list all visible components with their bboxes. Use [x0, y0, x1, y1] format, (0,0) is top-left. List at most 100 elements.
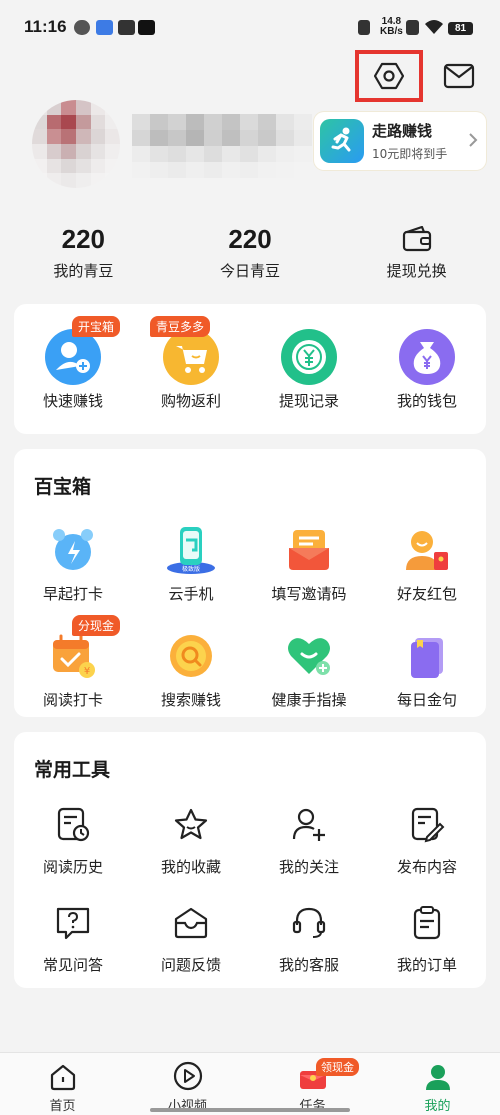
alarm-clock-icon: [49, 519, 97, 581]
promo-subtitle: 10元即将到手: [372, 147, 448, 161]
nickname-mosaic: [132, 114, 312, 178]
svg-text:¥: ¥: [84, 666, 90, 677]
common-tools-card: 常用工具 阅读历史 我的收藏 我的关注 发布内容 常见问答 问题反馈 我的客服 …: [14, 732, 486, 988]
play-icon: [173, 1053, 203, 1091]
follow-user-icon: [291, 800, 327, 850]
treasure-label: 早起打卡: [42, 585, 103, 603]
profile-icon: [424, 1053, 452, 1091]
section-title: 常用工具: [34, 759, 111, 781]
search-coin-icon: [167, 625, 215, 687]
treasure-item[interactable]: 搜索赚钱: [132, 625, 250, 731]
star-icon: [173, 800, 209, 850]
treasure-item[interactable]: 分现金 ¥ 阅读打卡: [14, 615, 132, 731]
stat-today-beans[interactable]: 220 今日青豆: [167, 222, 334, 286]
nav-label: 首页: [49, 1099, 76, 1114]
wifi-icon: [425, 20, 443, 34]
cloud-phone-sub: 极致版: [182, 565, 200, 573]
stats-row: 220 我的青豆 220 今日青豆 提现兑换: [0, 222, 500, 286]
app-notification-icon: [96, 20, 113, 35]
tool-label: 阅读历史: [42, 858, 103, 876]
home-indicator[interactable]: [150, 1108, 350, 1112]
quick-withdraw-record[interactable]: 提现记录: [250, 326, 368, 432]
stat-withdraw[interactable]: 提现兑换: [333, 222, 500, 286]
tag-badge: 分现金: [72, 615, 121, 636]
tool-label: 常见问答: [42, 956, 103, 974]
daily-quote-book-icon: [403, 625, 451, 687]
yuan-coin-icon: [280, 326, 338, 388]
treasure-label: 健康手指操: [271, 691, 347, 709]
friend-red-packet-icon: [402, 519, 452, 581]
treasure-item[interactable]: 极致版 云手机: [132, 519, 250, 625]
avatar[interactable]: [32, 100, 120, 188]
stat-label: 今日青豆: [220, 262, 281, 280]
quick-label: 购物返利: [160, 392, 221, 410]
sim-off-icon: [406, 20, 419, 35]
walk-earn-promo[interactable]: 走路赚钱 10元即将到手: [314, 112, 486, 170]
quick-wallet[interactable]: 我的钱包: [368, 326, 486, 432]
tool-item[interactable]: 我的收藏: [132, 800, 250, 898]
quick-actions-card: 开宝箱 快速赚钱 青豆多多 购物返利 提现记录 我的钱包: [14, 304, 486, 434]
mail-notification-icon: [118, 20, 135, 35]
tool-label: 我的客服: [278, 956, 339, 974]
tool-label: 我的收藏: [160, 858, 221, 876]
nav-badge: 领现金: [316, 1058, 359, 1076]
stat-label: 我的青豆: [53, 262, 114, 280]
quick-label: 我的钱包: [396, 392, 457, 410]
treasure-label: 好友红包: [396, 585, 457, 603]
quick-earn[interactable]: 开宝箱 快速赚钱: [14, 316, 132, 432]
wallet-icon: [333, 222, 500, 256]
headset-icon: [291, 898, 327, 948]
cloud-phone-icon: 极致版: [165, 519, 217, 581]
treasure-item[interactable]: 填写邀请码: [250, 519, 368, 625]
stat-my-beans[interactable]: 220 我的青豆: [0, 222, 167, 286]
quick-label: 提现记录: [278, 392, 339, 410]
edit-icon: [409, 800, 445, 850]
vibrate-icon: [358, 20, 370, 35]
quick-label: 快速赚钱: [42, 392, 103, 410]
tool-item[interactable]: 我的客服: [250, 898, 368, 996]
tool-item[interactable]: 常见问答: [14, 898, 132, 996]
chevron-right-icon: [469, 133, 478, 147]
settings-hex-icon: [374, 62, 404, 90]
tool-item[interactable]: 问题反馈: [132, 898, 250, 996]
settings-button[interactable]: [355, 50, 423, 102]
tool-label: 我的关注: [278, 858, 339, 876]
tool-item[interactable]: 我的关注: [250, 800, 368, 898]
tool-item[interactable]: 我的订单: [368, 898, 486, 996]
home-icon: [49, 1053, 77, 1091]
promo-title: 走路赚钱: [372, 122, 433, 140]
history-icon: [55, 800, 91, 850]
tiktok-icon: [138, 20, 155, 35]
status-time: 11:16: [24, 17, 67, 36]
section-title: 百宝箱: [34, 476, 92, 498]
treasure-item[interactable]: 健康手指操: [250, 625, 368, 731]
health-heart-icon: [285, 625, 333, 687]
status-bar: 11:16 14.8 KB/s 81: [0, 0, 500, 52]
invite-code-icon: [285, 519, 333, 581]
treasure-item[interactable]: 每日金句: [368, 625, 486, 731]
net-speed-unit: KB/s: [380, 26, 403, 37]
running-man-icon: [320, 119, 364, 163]
network-speed: 14.8 KB/s: [380, 17, 403, 37]
message-button[interactable]: [442, 60, 476, 92]
nav-task[interactable]: 领现金 任务: [250, 1053, 375, 1115]
nav-short-video[interactable]: 小视频: [125, 1053, 250, 1115]
treasure-label: 每日金句: [396, 691, 457, 709]
feedback-icon: [173, 898, 209, 948]
tool-label: 我的订单: [396, 956, 457, 974]
nav-home[interactable]: 首页: [0, 1053, 125, 1115]
battery-indicator: 81: [448, 22, 473, 35]
order-icon: [409, 898, 445, 948]
stat-value: 220: [228, 224, 272, 254]
treasure-item[interactable]: 好友红包: [368, 519, 486, 625]
treasure-item[interactable]: 早起打卡: [14, 519, 132, 625]
nav-mine[interactable]: 我的: [375, 1053, 500, 1115]
tool-item[interactable]: 发布内容: [368, 800, 486, 898]
faq-icon: [55, 898, 91, 948]
treasure-box-card: 百宝箱 早起打卡 极致版 云手机 填写邀请码 好友红包 分现金 ¥ 阅读打卡 搜…: [14, 449, 486, 717]
nav-label: 我的: [424, 1099, 451, 1114]
tag-badge: 开宝箱: [72, 316, 121, 337]
tool-label: 发布内容: [396, 858, 457, 876]
quick-shopping[interactable]: 青豆多多 购物返利: [132, 316, 250, 432]
tool-item[interactable]: 阅读历史: [14, 800, 132, 898]
